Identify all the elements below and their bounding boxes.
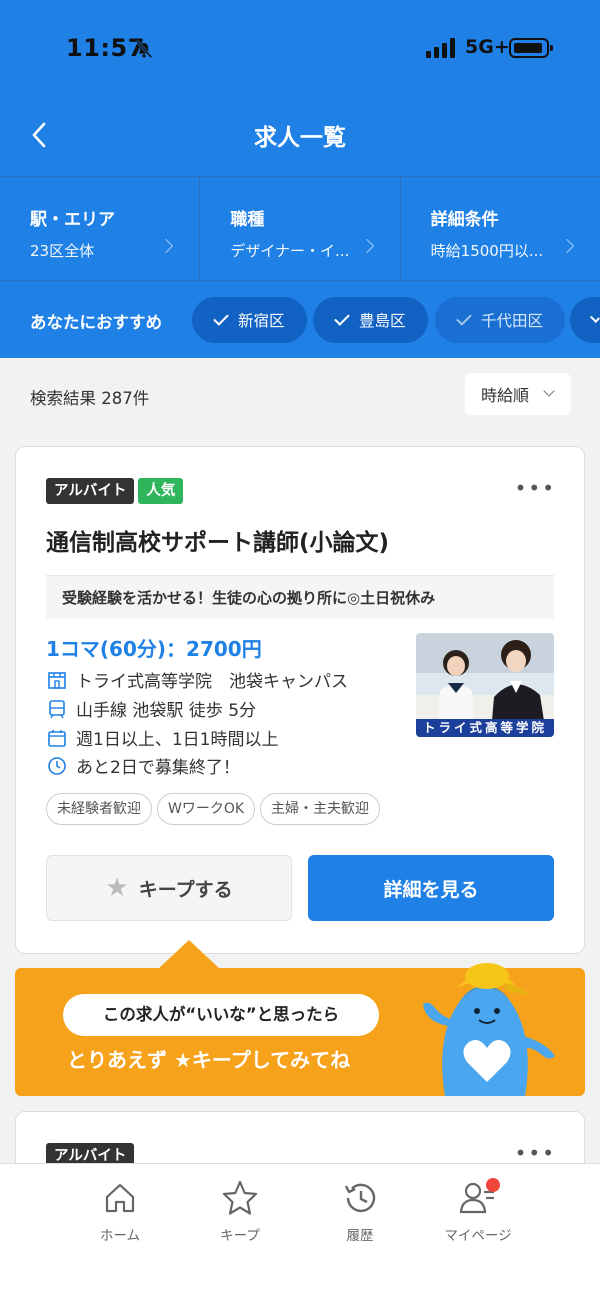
job-photo: トライ式高等学院 <box>416 633 554 737</box>
results-header: 検索結果 287件 時給順 <box>0 358 600 438</box>
chip-label: 新宿区 <box>238 312 285 330</box>
page-title: 求人一覧 <box>254 125 346 151</box>
calendar-icon <box>48 729 66 747</box>
keep-label: キープする <box>138 878 233 901</box>
tip-text: とりあえず ★キープしてみてね <box>67 1048 351 1072</box>
more-options-icon[interactable]: ••• <box>515 1143 556 1163</box>
recommend-label: あなたにおすすめ <box>30 313 162 332</box>
signal-icon <box>426 38 455 58</box>
bottom-tab-bar: ホーム キープ 履歴 マイページ <box>0 1163 600 1304</box>
check-icon <box>334 310 350 326</box>
mascot-character-icon <box>423 963 555 1096</box>
filter-value: デザイナー・イ... <box>230 242 350 260</box>
tab-label: マイページ <box>444 1228 512 1244</box>
job-catchphrase: 受験経験を活かせる！生徒の心の拠り所に◎土日祝休み <box>46 575 554 619</box>
sort-label: 時給順 <box>481 386 530 405</box>
chip-shinjuku[interactable]: 新宿区 <box>192 297 307 343</box>
chip-toshima[interactable]: 豊島区 <box>313 297 428 343</box>
star-icon <box>222 1180 258 1215</box>
banner-pointer <box>157 940 221 970</box>
tab-keep[interactable]: キープ <box>190 1178 290 1244</box>
feature-tag: 未経験者歓迎 <box>46 793 152 825</box>
shift-text: 週1日以上、1日1時間以上 <box>76 730 279 750</box>
status-bar: 11:57 5G+ <box>0 0 600 98</box>
filter-label: 駅・エリア <box>30 210 115 230</box>
view-details-button[interactable]: 詳細を見る <box>308 855 554 921</box>
detail-label: 詳細を見る <box>383 878 479 901</box>
recommend-bar: あなたにおすすめ 新宿区 豊島区 千代田区 <box>0 280 600 358</box>
check-icon <box>456 310 472 326</box>
tab-label: ホーム <box>99 1228 141 1244</box>
tip-bubble: この求人が“いいな”と思ったら <box>63 994 379 1036</box>
filter-label: 詳細条件 <box>430 210 499 230</box>
filter-value: 時給1500円以... <box>430 242 544 260</box>
chip-label: 千代田区 <box>481 312 544 330</box>
shift-row: 週1日以上、1日1時間以上 <box>46 725 278 750</box>
train-icon <box>49 699 65 718</box>
result-count: 検索結果 287件 <box>30 389 150 408</box>
history-icon <box>344 1183 376 1213</box>
chip-chiyoda[interactable]: 千代田区 <box>435 297 566 343</box>
job-card[interactable]: アルバイト 人気 ••• 通信制高校サポート講師(小論文) 受験経験を活かせる！生… <box>15 446 585 954</box>
company-name: トライ式高等学院 池袋キャンパス <box>76 672 348 692</box>
access-row: 山手線 池袋駅 徒歩 5分 <box>46 696 256 721</box>
access-text: 山手線 池袋駅 徒歩 5分 <box>76 701 257 721</box>
filter-label: 職種 <box>230 210 265 230</box>
sort-dropdown[interactable]: 時給順 <box>465 373 571 415</box>
company-row: トライ式高等学院 池袋キャンパス <box>46 667 348 692</box>
feature-tag: 主婦・主夫歓迎 <box>260 793 381 825</box>
popular-tag: 人気 <box>138 478 184 504</box>
check-icon <box>590 313 600 323</box>
keep-tip-banner: この求人が“いいな”と思ったら とりあえず ★キープしてみてね <box>15 940 585 1096</box>
job-tags: アルバイト 人気 <box>46 478 187 504</box>
job-wage: 1コマ(60分)：2700円 <box>46 637 262 661</box>
filter-detail-conditions[interactable]: 詳細条件 時給1500円以... <box>399 177 600 280</box>
battery-icon <box>509 38 553 58</box>
filter-value: 23区全体 <box>30 242 95 260</box>
network-type: 5G+ <box>465 36 510 58</box>
tab-home[interactable]: ホーム <box>70 1178 170 1244</box>
deadline-row: あと2日で募集終了！ <box>46 753 240 778</box>
job-title: 通信制高校サポート講師(小論文) <box>46 530 390 556</box>
clock-icon <box>48 756 66 775</box>
home-icon <box>105 1183 135 1213</box>
chevron-down-icon <box>543 385 555 397</box>
chip-label: 豊島区 <box>359 312 406 330</box>
feature-tags: 未経験者歓迎 WワークOK 主婦・主夫歓迎 <box>46 793 381 825</box>
tab-mypage[interactable]: マイページ <box>428 1178 528 1244</box>
bell-muted-icon <box>135 39 153 59</box>
keep-button[interactable]: ★ キープする <box>46 855 292 921</box>
nav-bar: 求人一覧 <box>0 98 600 176</box>
filter-bar: 駅・エリア 23区全体 職種 デザイナー・イ... 詳細条件 時給1500円以.… <box>0 176 600 280</box>
store-icon <box>48 671 66 689</box>
chevron-right-icon <box>359 238 374 254</box>
deadline-text: あと2日で募集終了！ <box>76 758 240 778</box>
filter-area[interactable]: 駅・エリア 23区全体 <box>0 177 199 280</box>
notification-badge <box>486 1178 500 1192</box>
chevron-right-icon <box>559 238 575 254</box>
chevron-right-icon <box>159 238 174 254</box>
tab-history[interactable]: 履歴 <box>310 1178 410 1244</box>
photo-caption: トライ式高等学院 <box>416 719 554 737</box>
more-options-icon[interactable]: ••• <box>515 478 556 498</box>
star-icon: ★ <box>105 873 129 903</box>
feature-tag: WワークOK <box>157 793 256 825</box>
chip-more[interactable] <box>570 297 600 343</box>
check-icon <box>213 310 229 326</box>
tab-label: キープ <box>220 1228 260 1244</box>
employment-type-tag: アルバイト <box>46 478 135 504</box>
tab-label: 履歴 <box>346 1228 374 1244</box>
filter-job-type[interactable]: 職種 デザイナー・イ... <box>199 177 399 280</box>
